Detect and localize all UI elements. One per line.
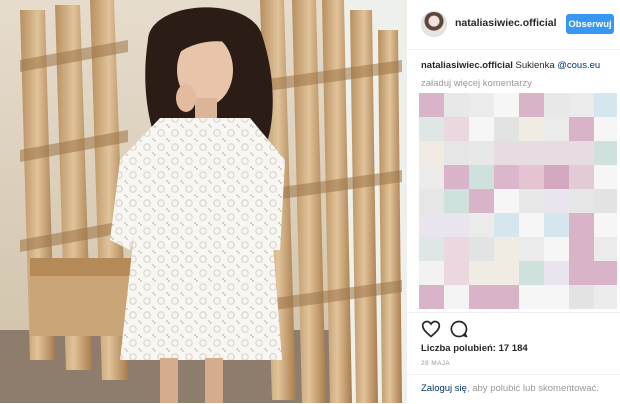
pixel-cell xyxy=(469,261,494,285)
pixel-cell xyxy=(494,213,519,237)
caption-username[interactable]: nataliasiwiec.official xyxy=(421,60,513,71)
pixel-cell xyxy=(469,189,494,213)
pixel-cell xyxy=(494,117,519,141)
pixel-cell xyxy=(494,237,519,261)
pixel-cell xyxy=(569,285,594,309)
post-actions: Liczba polubień: 17 184 28 MAJA Zaloguj … xyxy=(407,312,620,403)
pixel-cell xyxy=(594,285,617,309)
pixel-cell xyxy=(444,261,469,285)
pixel-cell xyxy=(494,165,519,189)
heart-icon[interactable] xyxy=(421,319,441,339)
avatar[interactable] xyxy=(421,11,447,37)
pixel-cell xyxy=(594,93,617,117)
pixel-cell xyxy=(494,141,519,165)
pixel-cell xyxy=(444,141,469,165)
pixel-cell xyxy=(544,141,569,165)
pixel-cell xyxy=(594,165,617,189)
username-link[interactable]: nataliasiwiec.official xyxy=(455,17,557,29)
pixel-cell xyxy=(544,165,569,189)
post-header: nataliasiwiec.official Obserwuj xyxy=(407,0,620,50)
pixel-cell xyxy=(544,189,569,213)
pixelated-comments xyxy=(419,93,617,311)
pixel-cell xyxy=(494,189,519,213)
pixel-cell xyxy=(444,285,469,309)
pixel-cell xyxy=(519,261,544,285)
post-caption: nataliasiwiec.official Sukienka @cous.eu xyxy=(421,60,600,71)
pixel-cell xyxy=(469,93,494,117)
pixel-cell xyxy=(444,93,469,117)
pixel-cell xyxy=(419,93,444,117)
caption-mention[interactable]: @cous.eu xyxy=(557,60,600,71)
pixel-cell xyxy=(544,285,569,309)
pixel-cell xyxy=(419,141,444,165)
pixel-cell xyxy=(469,237,494,261)
pixel-cell xyxy=(444,117,469,141)
pixel-cell xyxy=(544,213,569,237)
pixel-cell xyxy=(569,213,594,237)
pixel-cell xyxy=(519,117,544,141)
instagram-post: nataliasiwiec.official Obserwuj natalias… xyxy=(0,0,620,403)
pixel-cell xyxy=(494,93,519,117)
pixel-cell xyxy=(544,93,569,117)
pixel-cell xyxy=(469,213,494,237)
pixel-cell xyxy=(519,165,544,189)
comment-icon[interactable] xyxy=(449,319,469,339)
pixel-cell xyxy=(419,261,444,285)
load-more-comments[interactable]: załaduj więcej komentarzy xyxy=(421,78,532,89)
pixel-cell xyxy=(519,285,544,309)
pixel-cell xyxy=(569,165,594,189)
pixel-cell xyxy=(594,189,617,213)
pixel-cell xyxy=(519,237,544,261)
likes-count[interactable]: Liczba polubień: 17 184 xyxy=(421,343,528,354)
login-text: , aby polubić lub skomentować. xyxy=(466,383,599,394)
pixel-cell xyxy=(419,285,444,309)
follow-button[interactable]: Obserwuj xyxy=(566,14,614,34)
caption-text: Sukienka xyxy=(515,60,555,71)
pixel-cell xyxy=(444,165,469,189)
pixel-cell xyxy=(594,141,617,165)
pixel-cell xyxy=(419,237,444,261)
pixel-cell xyxy=(594,237,617,261)
pixel-cell xyxy=(569,261,594,285)
pixel-cell xyxy=(444,213,469,237)
pixel-cell xyxy=(569,141,594,165)
post-sidebar: nataliasiwiec.official Obserwuj natalias… xyxy=(406,0,620,403)
pixel-cell xyxy=(419,189,444,213)
pixel-cell xyxy=(544,117,569,141)
pixel-cell xyxy=(444,189,469,213)
pixel-cell xyxy=(469,141,494,165)
pixel-cell xyxy=(419,165,444,189)
pixel-cell xyxy=(419,213,444,237)
login-prompt: Zaloguj się, aby polubić lub skomentować… xyxy=(407,374,620,404)
pixel-cell xyxy=(569,93,594,117)
login-link[interactable]: Zaloguj się xyxy=(421,383,467,394)
post-date[interactable]: 28 MAJA xyxy=(421,360,450,367)
pixel-cell xyxy=(419,117,444,141)
pixel-cell xyxy=(519,141,544,165)
pixel-cell xyxy=(469,285,494,309)
pixel-cell xyxy=(469,165,494,189)
pixel-cell xyxy=(594,117,617,141)
pixel-cell xyxy=(569,117,594,141)
pixel-cell xyxy=(544,237,569,261)
pixel-cell xyxy=(569,237,594,261)
pixel-cell xyxy=(444,237,469,261)
pixel-cell xyxy=(494,285,519,309)
pixel-cell xyxy=(569,189,594,213)
pixel-cell xyxy=(544,261,569,285)
pixel-cell xyxy=(519,93,544,117)
pixel-cell xyxy=(594,213,617,237)
pixel-cell xyxy=(519,213,544,237)
pixel-cell xyxy=(519,189,544,213)
post-photo[interactable] xyxy=(0,0,406,403)
pixel-cell xyxy=(469,117,494,141)
photo-illustration xyxy=(0,0,406,403)
pixel-cell xyxy=(594,261,617,285)
pixel-cell xyxy=(494,261,519,285)
